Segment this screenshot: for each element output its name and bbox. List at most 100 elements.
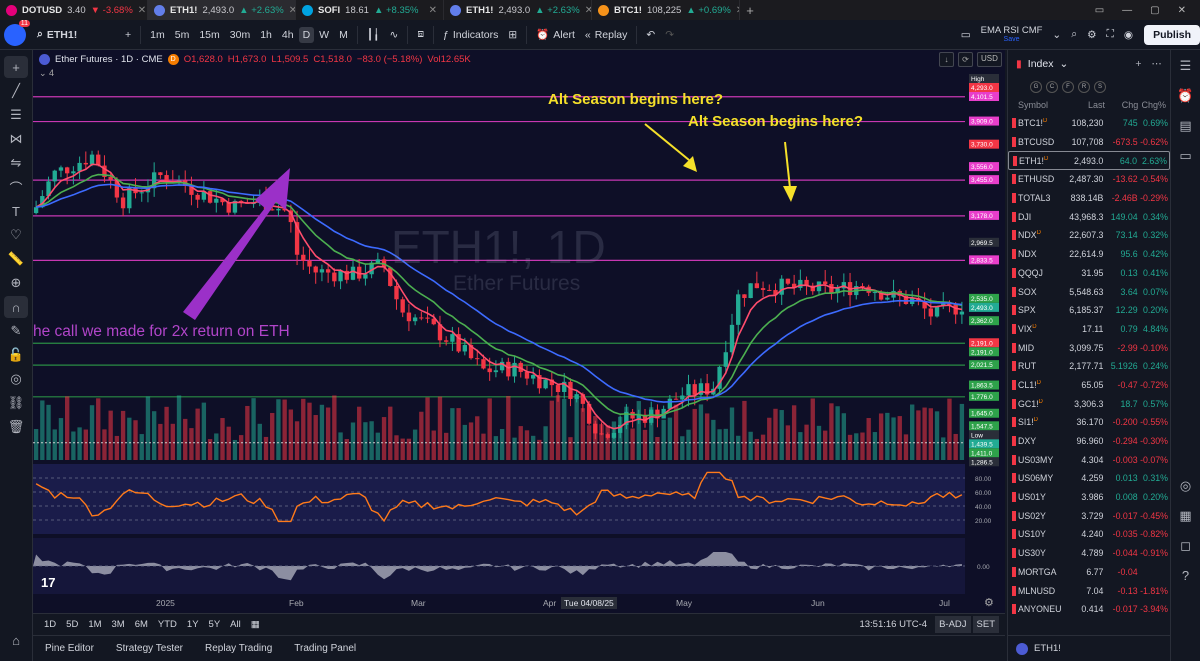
clock[interactable]: 13:51:16 UTC-4 bbox=[859, 619, 935, 630]
ideas-icon[interactable]: ◎ bbox=[1180, 478, 1191, 494]
watchlist-row[interactable]: SI1!D 36.170 -0.200 -0.55% bbox=[1008, 413, 1170, 432]
objects-tree-icon[interactable]: ⌂ bbox=[4, 629, 28, 651]
browser-tab[interactable]: ETH1! 2,493.0 ▲ +2.63% ✕ bbox=[148, 0, 296, 20]
calendar-icon[interactable]: ▦ bbox=[246, 619, 265, 630]
watchlist-title[interactable]: Index bbox=[1028, 58, 1054, 70]
dots-icon[interactable]: ⋯ bbox=[1152, 58, 1163, 70]
camera-icon[interactable]: ◉ bbox=[1119, 29, 1138, 41]
bar-style-icon[interactable]: ┃╽ bbox=[362, 29, 385, 41]
watchlist-row[interactable]: NDX 22,614.9 95.6 0.42% bbox=[1008, 245, 1170, 264]
watchlist-row[interactable]: DXY 96.960 -0.294 -0.30% bbox=[1008, 432, 1170, 451]
range-1m[interactable]: 1M bbox=[83, 619, 106, 630]
timeframe-4h[interactable]: 4h bbox=[277, 27, 299, 43]
watchlist-row[interactable]: MLNUSD 7.04 -0.13 -1.81% bbox=[1008, 581, 1170, 600]
watchlist-row[interactable]: MID 3,099.75 -2.99 -0.10% bbox=[1008, 338, 1170, 357]
col-chg[interactable]: Chg bbox=[1105, 100, 1139, 110]
crosshair-icon[interactable]: + bbox=[4, 56, 28, 78]
pattern-icon[interactable]: ⋈ bbox=[4, 128, 28, 150]
filter-c[interactable]: C bbox=[1046, 81, 1058, 93]
layout-name[interactable]: EMA RSI CMF Save bbox=[976, 25, 1048, 44]
alarm-icon[interactable]: ⏰ bbox=[1177, 88, 1193, 104]
watchlist-row[interactable]: US02Y 3.729 -0.017 -0.45% bbox=[1008, 506, 1170, 525]
publish-button[interactable]: Publish bbox=[1144, 24, 1200, 45]
watchlist-row[interactable]: BTC1!D 108,230 745 0.69% bbox=[1008, 114, 1170, 133]
watchlist-row[interactable]: ETHUSD 2,487.30 -13.62 -0.54% bbox=[1008, 170, 1170, 189]
panel-pine-editor[interactable]: Pine Editor bbox=[45, 643, 94, 654]
watchlist-row[interactable]: SOX 5,548.63 3.64 0.07% bbox=[1008, 282, 1170, 301]
link-icon[interactable]: ⛓ bbox=[4, 392, 28, 414]
time-axis[interactable]: 2025 Feb Mar Apr Tue 04/08/25 May Jun Ju… bbox=[33, 596, 973, 613]
col-chg-pct[interactable]: Chg% bbox=[1138, 100, 1166, 110]
brush-icon[interactable]: ⌒ bbox=[4, 176, 28, 198]
help-icon[interactable]: ? bbox=[1182, 568, 1189, 583]
panel-trading-panel[interactable]: Trading Panel bbox=[294, 643, 356, 654]
indicators-button[interactable]: ƒ Indicators bbox=[438, 29, 503, 41]
replay-button[interactable]: «Replay bbox=[580, 29, 633, 41]
currency-button[interactable]: USD bbox=[977, 52, 1002, 67]
alert-button[interactable]: ⏰ Alert bbox=[531, 28, 580, 42]
fib-icon[interactable]: ☰ bbox=[4, 104, 28, 126]
zoom-icon[interactable]: ⊕ bbox=[4, 272, 28, 294]
watchlist-row[interactable]: CL1!D 65.05 -0.47 -0.72% bbox=[1008, 376, 1170, 395]
panel-strategy-tester[interactable]: Strategy Tester bbox=[116, 643, 183, 654]
filter-g[interactable]: G bbox=[1030, 81, 1042, 93]
watchlist-row[interactable]: RUT 2,177.71 5.1926 0.24% bbox=[1008, 357, 1170, 376]
chevron-down-icon[interactable]: ⌄ bbox=[1047, 29, 1066, 41]
watchlist-row[interactable]: US30Y 4.789 -0.044 -0.91% bbox=[1008, 544, 1170, 563]
compare-button[interactable]: + bbox=[120, 29, 136, 41]
text-icon[interactable]: T bbox=[4, 200, 28, 222]
close-icon[interactable]: ✕ bbox=[585, 5, 591, 16]
watchlist-row[interactable]: ETH1!D 2,493.0 64.0 2.63% bbox=[1008, 151, 1170, 171]
watchlist-icon[interactable]: ☰ bbox=[1180, 58, 1192, 74]
line-style-icon[interactable]: ∿ bbox=[385, 29, 404, 41]
templates-icon[interactable]: ⊞ bbox=[503, 29, 522, 41]
badj-button[interactable]: B-ADJ bbox=[935, 616, 971, 633]
browser-tab[interactable]: DOTUSD 3.40 ▼ -3.68% ✕ bbox=[0, 0, 148, 20]
range-ytd[interactable]: YTD bbox=[153, 619, 182, 630]
tablet-icon[interactable]: ▭ bbox=[1095, 5, 1104, 16]
arrow-down-icon[interactable]: ↓ bbox=[939, 52, 954, 67]
watchlist-row[interactable]: NDXD 22,607.3 73.14 0.32% bbox=[1008, 226, 1170, 245]
browser-tab[interactable]: BTC1!108,225▲ +0.69%✕ bbox=[592, 0, 740, 20]
panel-replay-trading[interactable]: Replay Trading bbox=[205, 643, 272, 654]
set-button[interactable]: SET bbox=[972, 616, 999, 633]
close-icon[interactable]: ✕ bbox=[138, 5, 146, 16]
forecast-icon[interactable]: ⇋ bbox=[4, 152, 28, 174]
browser-tab[interactable]: SOFI 18.61 ▲ +8.35% ✕ bbox=[296, 0, 444, 20]
redo-icon[interactable]: ↷ bbox=[660, 29, 679, 41]
undo-icon[interactable]: ↶ bbox=[641, 29, 660, 41]
filter-f[interactable]: F bbox=[1062, 81, 1074, 93]
lock-draw-icon[interactable]: ✎ bbox=[4, 320, 28, 342]
calendar-icon[interactable]: ▦ bbox=[1179, 508, 1191, 524]
range-6m[interactable]: 6M bbox=[130, 619, 153, 630]
timeframe-30m[interactable]: 30m bbox=[225, 27, 255, 43]
watchlist-footer[interactable]: ETH1! bbox=[1008, 635, 1171, 661]
fullscreen-icon[interactable]: ⛶ bbox=[1102, 28, 1119, 41]
timeframe-w[interactable]: W bbox=[314, 27, 334, 43]
close-window-icon[interactable]: ✕ bbox=[1178, 5, 1186, 16]
timeframe-1m[interactable]: 1m bbox=[145, 27, 170, 43]
filter-r[interactable]: R bbox=[1078, 81, 1090, 93]
lock-icon[interactable]: 🔓 bbox=[4, 344, 28, 366]
timeframe-15m[interactable]: 15m bbox=[194, 27, 224, 43]
symbol-search[interactable]: ⌕ ETH1! bbox=[32, 28, 120, 41]
range-1y[interactable]: 1Y bbox=[182, 619, 204, 630]
timeframe-5m[interactable]: 5m bbox=[170, 27, 195, 43]
range-1d[interactable]: 1D bbox=[39, 619, 61, 630]
timeframe-1h[interactable]: 1h bbox=[255, 27, 277, 43]
watchlist-row[interactable]: VIXD 17.11 0.79 4.84% bbox=[1008, 320, 1170, 339]
range-3m[interactable]: 3M bbox=[107, 619, 130, 630]
chart-area[interactable]: High 4,293.0 4,101.5 3,909.0 3,730.0 3,556.0 3… bbox=[33, 50, 1005, 613]
watchlist-row[interactable]: DJI 43,968.3 149.04 0.34% bbox=[1008, 207, 1170, 226]
watchlist-row[interactable]: GC1!D 3,306.3 18.7 0.57% bbox=[1008, 394, 1170, 413]
minimize-icon[interactable]: — bbox=[1122, 5, 1132, 16]
search-icon[interactable]: ⌕ bbox=[1066, 28, 1082, 41]
heart-icon[interactable]: ♡ bbox=[4, 224, 28, 246]
watchlist-row[interactable]: ANYONEU 0.414 -0.017 -3.94% bbox=[1008, 600, 1170, 619]
maximize-icon[interactable]: ▢ bbox=[1150, 5, 1159, 16]
avatar[interactable]: 11 bbox=[4, 19, 30, 46]
candle-style-icon[interactable]: ⧈ bbox=[412, 28, 429, 41]
axis-settings-icon[interactable]: ⚙ bbox=[984, 596, 994, 609]
indicators-collapsed[interactable]: ⌄ 4 bbox=[39, 68, 54, 79]
add-symbol-icon[interactable]: + bbox=[1135, 58, 1141, 70]
